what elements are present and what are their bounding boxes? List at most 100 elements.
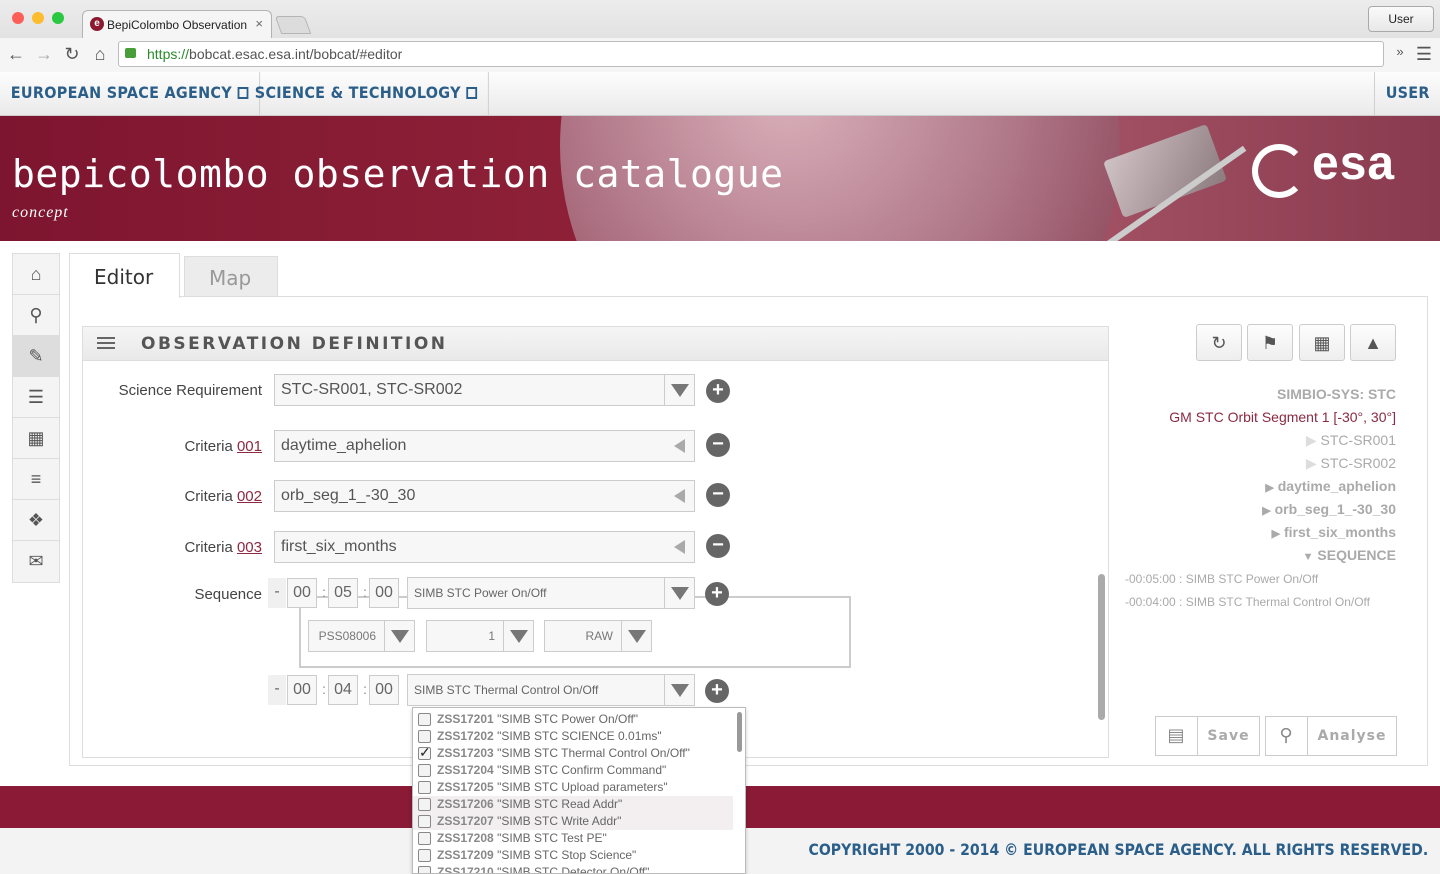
home-icon[interactable]: ⌂ (90, 44, 110, 65)
dropdown-option[interactable]: ZSS17204 "SIMB STC Confirm Command" (413, 762, 733, 779)
sequence-hours-1[interactable]: 00 (287, 578, 317, 608)
layout-button[interactable]: ▦ (1299, 324, 1345, 361)
tab-close-icon[interactable]: × (255, 16, 263, 31)
summary-req-2[interactable]: ▶ STC-SR002 (1306, 455, 1396, 472)
dropdown-scrollbar[interactable] (737, 712, 742, 752)
criteria-link-1[interactable]: 001 (237, 438, 262, 455)
dropdown-option[interactable]: ZSS17201 "SIMB STC Power On/Off" (413, 711, 733, 728)
sequence-minutes-2[interactable]: 04 (328, 675, 358, 705)
nav-esa-link[interactable]: EUROPEAN SPACE AGENCY (0, 72, 260, 116)
checkbox[interactable] (418, 849, 431, 862)
checkbox[interactable] (418, 713, 431, 726)
chevron-left-icon[interactable] (668, 532, 694, 562)
sequence-seconds-1[interactable]: 00 (369, 578, 399, 608)
summary-criteria-3[interactable]: ▶ first_six_months (1272, 524, 1396, 540)
sequence-seconds-2[interactable]: 00 (369, 675, 399, 705)
reload-icon[interactable]: ↻ (62, 44, 82, 65)
new-tab-button[interactable] (274, 16, 312, 34)
browser-tab[interactable]: e BepiColombo Observation × (82, 10, 272, 38)
summary-req-1[interactable]: ▶ STC-SR001 (1306, 432, 1396, 449)
signpost-button[interactable]: ⚑ (1247, 324, 1293, 361)
param-select-2[interactable]: 1 (426, 620, 534, 652)
dropdown-option[interactable]: ZSS17210 "SIMB STC Detector On/Off" (413, 864, 733, 873)
chevron-down-icon[interactable] (384, 621, 414, 651)
criteria-link-3[interactable]: 003 (237, 539, 262, 556)
sequence-sign-2[interactable]: - (268, 675, 286, 705)
upload-button[interactable]: ▲ (1350, 324, 1396, 361)
add-sequence-button-1[interactable]: + (705, 582, 729, 606)
checkbox-checked[interactable]: ✓ (418, 745, 431, 760)
summary-sequence[interactable]: ▼ SEQUENCE (1303, 547, 1396, 563)
summary-criteria-2[interactable]: ▶ orb_seg_1_-30_30 (1262, 501, 1396, 517)
menu-icon[interactable]: ☰ (1414, 44, 1434, 65)
criteria-field-2[interactable]: orb_seg_1_-30_30 (274, 480, 695, 512)
sequence-sign-1[interactable]: - (268, 578, 286, 608)
command-dropdown-list[interactable]: ZSS17201 "SIMB STC Power On/Off" ZSS1720… (412, 707, 746, 874)
remove-criteria-button-3[interactable]: − (706, 534, 730, 558)
help-icon[interactable]: ❖ (13, 500, 59, 541)
checkbox[interactable] (418, 866, 431, 873)
chevron-down-icon[interactable] (664, 375, 694, 405)
layout-icon[interactable]: ▦ (13, 418, 59, 459)
criteria-link-2[interactable]: 002 (237, 488, 262, 505)
chevron-left-icon[interactable] (668, 481, 694, 511)
remove-criteria-button-2[interactable]: − (706, 483, 730, 507)
overflow-icon[interactable]: » (1390, 44, 1410, 59)
checkbox[interactable] (418, 815, 431, 828)
dropdown-option[interactable]: ZSS17208 "SIMB STC Test PE" (413, 830, 733, 847)
dropdown-option[interactable]: ✓ ZSS17203 "SIMB STC Thermal Control On/O… (413, 745, 733, 762)
chevron-down-icon[interactable] (621, 621, 651, 651)
chevron-left-icon[interactable] (668, 431, 694, 461)
chevron-down-icon[interactable] (664, 578, 694, 608)
checkbox[interactable] (418, 781, 431, 794)
panel-scrollbar[interactable] (1098, 574, 1105, 720)
analyse-icon-button[interactable]: ⚲ (1265, 716, 1308, 756)
dropdown-option[interactable]: ZSS17207 "SIMB STC Write Addr" (413, 813, 733, 830)
dropdown-option[interactable]: ZSS17206 "SIMB STC Read Addr" (413, 796, 733, 813)
criteria-field-1[interactable]: daytime_aphelion (274, 430, 695, 462)
criteria-field-3[interactable]: first_six_months (274, 531, 695, 563)
search-icon[interactable]: ⚲ (13, 295, 59, 336)
sequence-command-select-2[interactable]: SIMB STC Thermal Control On/Off (407, 674, 695, 706)
back-icon[interactable]: ← (6, 44, 26, 65)
checkbox[interactable] (418, 764, 431, 777)
tab-editor[interactable]: Editor (69, 253, 180, 298)
dropdown-option[interactable]: ZSS17209 "SIMB STC Stop Science" (413, 847, 733, 864)
browser-user-button[interactable]: User (1368, 6, 1434, 32)
remove-criteria-button-1[interactable]: − (706, 433, 730, 457)
add-requirement-button[interactable]: + (706, 379, 730, 403)
home-icon[interactable]: ⌂ (13, 254, 59, 295)
close-window-icon[interactable] (12, 12, 24, 24)
sliders-icon[interactable]: ≡ (13, 459, 59, 500)
chevron-down-icon[interactable] (664, 675, 694, 705)
checkbox[interactable] (418, 730, 431, 743)
save-icon-button[interactable]: ▤ (1155, 716, 1198, 756)
add-sequence-button-2[interactable]: + (705, 679, 729, 703)
edit-icon[interactable]: ✎ (13, 336, 59, 377)
mail-icon[interactable]: ✉ (13, 541, 59, 582)
dropdown-option[interactable]: ZSS17202 "SIMB STC SCIENCE 0.01ms" (413, 728, 733, 745)
zoom-window-icon[interactable] (52, 12, 64, 24)
checkbox[interactable] (418, 832, 431, 845)
esa-logo[interactable]: esa (1312, 136, 1395, 191)
param-select-1[interactable]: PSS08006 (308, 620, 415, 652)
address-bar[interactable]: https://bobcat.esac.esa.int/bobcat/#edit… (118, 41, 1384, 67)
forward-icon[interactable]: → (34, 44, 54, 65)
chevron-down-icon[interactable] (503, 621, 533, 651)
dropdown-option[interactable]: ZSS17205 "SIMB STC Upload parameters" (413, 779, 733, 796)
analyse-button[interactable]: Analyse (1307, 716, 1397, 756)
nav-user-link[interactable]: USER (1374, 72, 1440, 116)
tab-map[interactable]: Map (184, 256, 278, 296)
list-icon[interactable]: ☰ (13, 377, 59, 418)
sequence-minutes-1[interactable]: 05 (328, 578, 358, 608)
param-select-3[interactable]: RAW (544, 620, 652, 652)
minimize-window-icon[interactable] (32, 12, 44, 24)
science-requirement-select[interactable]: STC-SR001, STC-SR002 (274, 374, 695, 406)
nav-scitech-link[interactable]: SCIENCE & TECHNOLOGY (244, 72, 489, 116)
checkbox[interactable] (418, 798, 431, 811)
sequence-hours-2[interactable]: 00 (287, 675, 317, 705)
summary-criteria-1[interactable]: ▶ daytime_aphelion (1265, 478, 1396, 494)
save-button[interactable]: Save (1197, 716, 1260, 756)
refresh-button[interactable]: ↻ (1196, 324, 1242, 361)
sequence-command-select-1[interactable]: SIMB STC Power On/Off (407, 577, 695, 609)
